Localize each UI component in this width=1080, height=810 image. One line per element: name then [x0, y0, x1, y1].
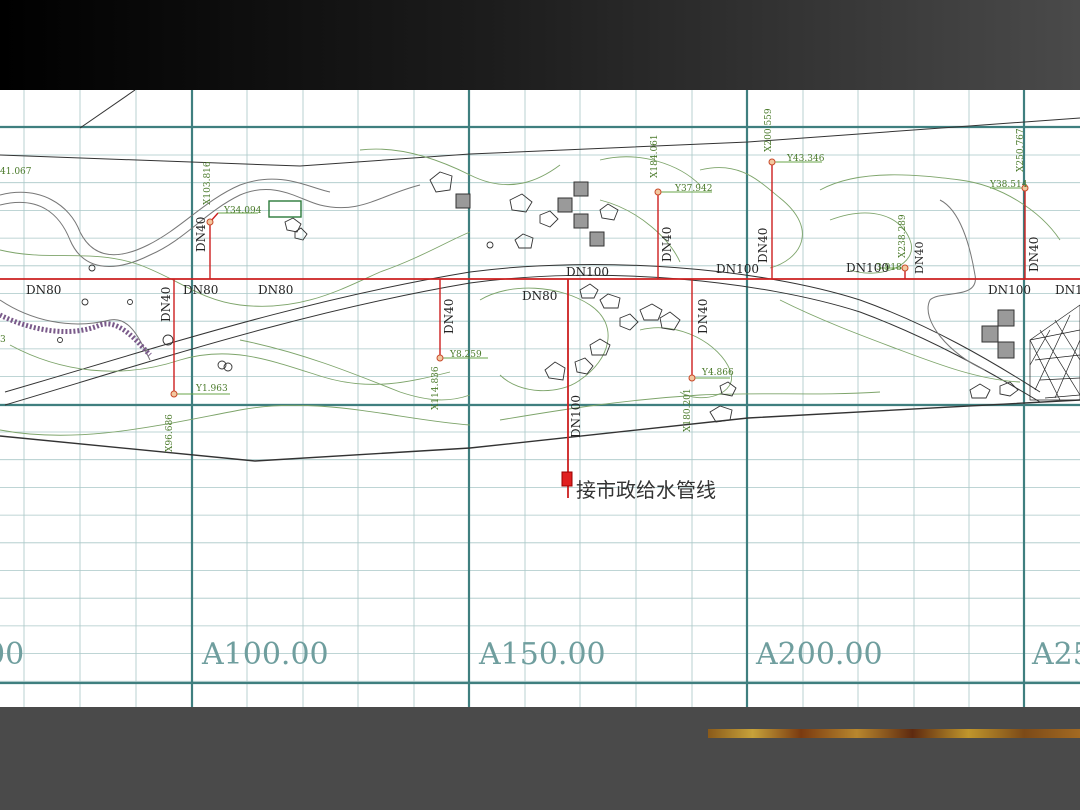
coord-label: Y37.942: [674, 184, 712, 194]
water-supply-plan-drawing: DN80 DN80 DN80 DN80 DN100 DN100 DN100 DN…: [0, 90, 1080, 707]
pipe-label-dn80: DN80: [258, 283, 293, 297]
coord-label: Y1.963: [195, 384, 228, 394]
station-label: 00: [0, 637, 24, 672]
coord-label: X238.289: [898, 214, 908, 258]
coord-label: 3: [0, 335, 6, 345]
branch-label-dn40: DN40: [194, 217, 208, 252]
coord-label: X96.686: [165, 414, 175, 452]
coord-label: Y34.094: [223, 206, 262, 216]
station-label: A100.00: [201, 637, 329, 672]
coord-label: 3.918: [876, 263, 902, 273]
pipe-label-dn100: DN100: [566, 265, 609, 279]
pipe-label-dn100: DN100: [988, 283, 1031, 297]
bottom-dark-band: [0, 707, 1080, 810]
station-label: A150.00: [478, 637, 606, 672]
connection-label: 接市政给水管线: [576, 478, 716, 502]
coord-label: X103.816: [203, 161, 213, 205]
coord-label: X184.061: [650, 134, 660, 178]
pipe-label-dn80: DN80: [522, 289, 557, 303]
coord-label: X250.767: [1016, 128, 1026, 172]
coord-label: Y4.866: [701, 368, 734, 378]
decorative-strip: [708, 729, 1080, 738]
coord-label: Y8.259: [449, 350, 482, 360]
coord-label: Y43.346: [786, 154, 825, 164]
branch-label-dn40: DN40: [159, 287, 173, 322]
branch-label-dn100: DN100: [569, 395, 583, 438]
pipe-label-dn80: DN80: [183, 283, 218, 297]
coord-label: 41.067: [0, 167, 32, 177]
coord-label: X114.836: [431, 366, 441, 410]
pipe-label-dn10: DN10: [1055, 283, 1080, 297]
coord-label: X180.201: [683, 388, 693, 432]
coord-label: X200.559: [764, 108, 774, 152]
municipal-connection-marker: [561, 471, 573, 487]
station-label: A200.00: [755, 637, 883, 672]
branch-label-dn40: DN40: [913, 242, 926, 274]
branch-label-dn40: DN40: [442, 299, 456, 334]
branch-label-dn40: DN40: [1027, 237, 1041, 272]
pipe-label-dn80: DN80: [26, 283, 61, 297]
coord-label: Y38.514: [989, 180, 1028, 190]
branch-label-dn40: DN40: [660, 227, 674, 262]
branch-label-dn40: DN40: [756, 228, 770, 263]
branch-label-dn40: DN40: [696, 299, 710, 334]
station-label: A25: [1031, 637, 1080, 672]
pipe-label-dn100: DN100: [716, 262, 759, 276]
top-dark-band: [0, 0, 1080, 90]
